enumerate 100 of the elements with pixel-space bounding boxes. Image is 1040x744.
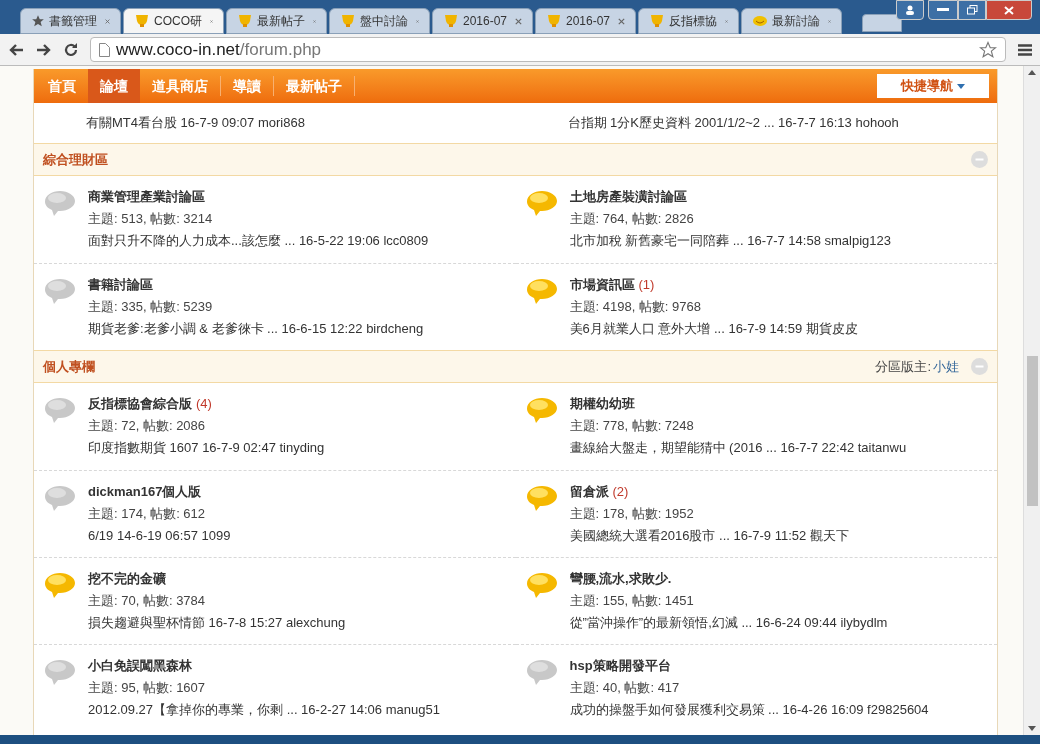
forum-stats: 主題: 513, 帖數: 3214 [88, 210, 214, 228]
last-post-link[interactable]: 北市加稅 新舊豪宅一同陪葬 ... 16-7-7 14:58 smalpig123 [569, 232, 891, 250]
forum-stats: 主題: 70, 帖數: 3784 [88, 592, 207, 610]
browser-tab[interactable]: 反指標協 [638, 8, 739, 34]
back-icon[interactable] [8, 42, 24, 57]
close-icon [1004, 5, 1014, 15]
forum-title-link[interactable]: dickman167個人版 [88, 483, 202, 501]
caret-icon [957, 83, 965, 89]
last-post-link[interactable]: 面對只升不降的人力成本...該怎麼 ... 16-5-22 19:06 lcc0809 [88, 232, 429, 250]
new-post-count: (2) [612, 483, 629, 501]
smile-icon [752, 15, 768, 27]
scrollbar[interactable] [1023, 66, 1040, 735]
no-new-posts-icon [44, 278, 76, 306]
forum-title-link[interactable]: 土地房產裝潢討論區 [569, 188, 687, 206]
forum-title-link[interactable]: 挖不完的金礦 [88, 570, 166, 588]
last-post-link[interactable]: 6/19 14-6-19 06:57 1099 [88, 527, 231, 545]
forum-stats: 主題: 778, 帖數: 7248 [569, 417, 695, 435]
browser-tab[interactable]: 2016-07 [432, 8, 533, 34]
scrollbar-thumb[interactable] [1027, 356, 1038, 506]
bookmark-star-icon[interactable] [979, 40, 997, 59]
minimize-button[interactable] [928, 0, 958, 20]
new-posts-icon [525, 278, 558, 306]
last-post-link[interactable]: 損失趨避與聖杯情節 16-7-8 15:27 alexchung [88, 614, 346, 632]
scroll-up-icon[interactable] [1028, 70, 1036, 75]
forum-stats: 主題: 40, 帖數: 417 [569, 679, 681, 697]
page-icon [99, 42, 110, 57]
browser-tab[interactable]: 盤中討論 [329, 8, 430, 34]
forward-icon[interactable] [36, 42, 52, 57]
no-new-posts-icon [44, 485, 76, 513]
address-bar[interactable]: www.coco-in.net/forum.php [90, 37, 1006, 62]
tab-title: 盤中討論 [360, 13, 408, 30]
url-text: www.coco-in.net/forum.php [116, 38, 322, 61]
section-title[interactable]: 個人專欄 [43, 356, 95, 377]
forum-title-link[interactable]: 商業管理產業討論區 [88, 188, 205, 206]
browser-tab[interactable]: 書籤管理 [20, 8, 121, 34]
tab-title: 2016-07 [566, 13, 611, 30]
forum-stats: 主題: 72, 帖數: 2086 [88, 417, 207, 435]
tab-title: 2016-07 [463, 13, 508, 30]
person-icon [905, 5, 915, 15]
last-post-link[interactable]: 美6月就業人口 意外大增 ... 16-7-9 14:59 期貨皮皮 [569, 320, 858, 338]
star-icon [31, 14, 45, 28]
forum-stats: 主題: 764, 帖數: 2826 [569, 210, 695, 228]
tab-title: 反指標協 [669, 13, 717, 30]
no-new-posts-icon [44, 397, 76, 425]
forum-title-link[interactable]: hsp策略開發平台 [569, 657, 671, 675]
forum-title-link[interactable]: 反指標協會綜合版 [88, 395, 192, 413]
section-title[interactable]: 綜合理財區 [43, 149, 108, 170]
last-post-link[interactable]: 2012.09.27【拿掉你的專業，你剩 ... 16-2-27 14:06 manug51 [88, 701, 440, 719]
scroll-down-icon[interactable] [1028, 726, 1036, 731]
browser-tab[interactable]: 最新帖子 [226, 8, 327, 34]
forum-stats: 主題: 155, 帖數: 1451 [569, 592, 695, 610]
last-post-link[interactable]: 畫線給大盤走，期望能猜中 (2016 ... 16-7-7 22:42 taitanwu [569, 439, 907, 457]
new-tab-button[interactable] [862, 14, 902, 32]
trophy-icon [649, 14, 665, 28]
forum-title-link[interactable]: 小白免誤闖黑森林 [88, 657, 192, 675]
forum-title-link[interactable]: 書籍討論區 [88, 276, 153, 294]
new-posts-icon [525, 190, 558, 218]
tab-title: 最新帖子 [257, 13, 305, 30]
restore-button[interactable] [958, 0, 986, 20]
new-post-count: (4) [196, 395, 212, 413]
new-posts-icon [525, 397, 558, 425]
forum-title-link[interactable]: 市場資訊區 [569, 276, 635, 294]
close-icon[interactable] [618, 16, 625, 26]
forum-title-link[interactable]: 彎腰,流水,求敗少. [569, 570, 672, 588]
moderator-label: 分區版主: [875, 357, 931, 376]
trophy-icon [340, 14, 356, 28]
last-post-link[interactable]: 台指期 1分K歷史資料 2001/1/2~2 ... 16-7-7 16:13 hohooh [515, 113, 997, 133]
browser-tab[interactable]: 2016-07 [535, 8, 636, 34]
browser-tab[interactable]: 最新討論 [741, 8, 842, 34]
quick-nav-button[interactable]: 快捷導航 [877, 74, 989, 98]
trophy-icon [134, 14, 150, 28]
no-new-posts-icon [525, 659, 558, 687]
last-post-link[interactable]: 美國總統大選看2016股市 ... 16-7-9 11:52 觀天下 [569, 527, 849, 545]
close-window-button[interactable] [986, 0, 1032, 20]
no-new-posts-icon [44, 190, 76, 218]
menu-icon[interactable] [1018, 43, 1032, 56]
nav-link[interactable]: 論壇 [88, 69, 140, 103]
new-posts-icon [525, 485, 558, 513]
last-post-link[interactable]: 印度指數期貨 1607 16-7-9 02:47 tinyding [88, 439, 325, 457]
user-button[interactable] [896, 0, 924, 20]
forum-title-link[interactable]: 期權幼幼班 [569, 395, 635, 413]
forum-stats: 主題: 178, 帖數: 1952 [569, 505, 695, 523]
new-posts-icon [44, 572, 76, 600]
last-post-link[interactable]: 有關MT4看台股 16-7-9 09:07 mori868 [34, 113, 516, 133]
trophy-icon [546, 14, 562, 28]
last-post-link[interactable]: 成功的操盤手如何發展獲利交易策 ... 16-4-26 16:09 f29825604 [569, 701, 929, 719]
restore-icon [966, 5, 978, 15]
reload-icon[interactable] [64, 42, 78, 57]
forum-title-link[interactable]: 留倉派 [569, 483, 609, 501]
forum-stats: 主題: 95, 帖數: 1607 [88, 679, 207, 697]
last-post-link[interactable]: 期貨老爹:老爹小調 & 老爹徠卡 ... 16-6-15 12:22 birdcheng [88, 320, 424, 338]
moderator-link[interactable]: 小娃 [933, 356, 959, 377]
no-new-posts-icon [44, 659, 76, 687]
trophy-icon [443, 14, 459, 28]
last-post-link[interactable]: 從”當沖操作”的最新領悟,幻滅 ... 16-6-24 09:44 ilybydlm [569, 614, 888, 632]
browser-tab[interactable]: COCO研 [123, 8, 224, 34]
tab-title: COCO研 [154, 13, 202, 30]
close-icon[interactable] [515, 16, 522, 26]
minimize-icon [937, 8, 949, 12]
new-post-count: (1) [638, 276, 655, 294]
